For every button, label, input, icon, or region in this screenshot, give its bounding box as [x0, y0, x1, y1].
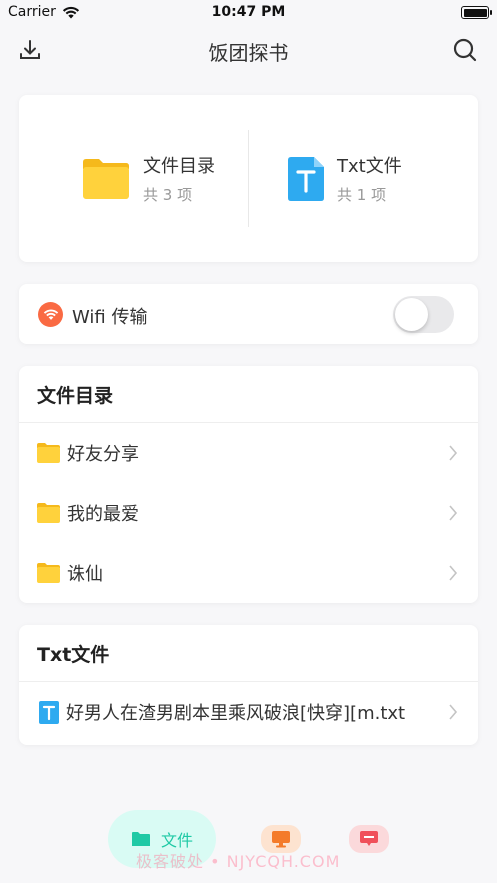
- status-time: 10:47 PM: [211, 4, 286, 20]
- folder-icon: [37, 443, 60, 463]
- folder-list-card: 文件目录 好友分享 我的最爱 诛仙: [19, 366, 478, 603]
- chevron-right-icon: [449, 565, 458, 581]
- folder-row[interactable]: 我的最爱: [19, 483, 478, 543]
- search-icon: [453, 38, 477, 62]
- tab-messages[interactable]: [349, 825, 389, 853]
- chevron-right-icon: [449, 445, 458, 461]
- toggle-knob: [395, 298, 428, 331]
- txt-summary-name: Txt文件: [337, 156, 402, 177]
- txt-list-card: Txt文件 好男人在渣男剧本里乘风破浪[快穿][m.txt: [19, 625, 478, 745]
- folder-summary-name: 文件目录: [143, 156, 215, 177]
- folder-row[interactable]: 诛仙: [19, 543, 478, 603]
- battery-icon: [461, 6, 492, 19]
- txt-summary-count: 共 1 项: [337, 186, 387, 204]
- search-button[interactable]: [451, 36, 479, 64]
- folder-row[interactable]: 好友分享: [19, 423, 478, 483]
- nav-bar: 饭团探书: [0, 26, 497, 76]
- txt-file-row-label: 好男人在渣男剧本里乘风破浪[快穿][m.txt: [66, 703, 406, 724]
- txt-file-row[interactable]: 好男人在渣男剧本里乘风破浪[快穿][m.txt: [19, 682, 478, 742]
- status-bar: Carrier 10:47 PM: [0, 0, 497, 26]
- page-title: 饭团探书: [208, 41, 289, 65]
- folder-list-header: 文件目录: [19, 366, 478, 423]
- wifi-icon: [38, 302, 63, 327]
- bottom-tab-bar: 文件 极客破处 • NJYCQH.COM: [0, 800, 497, 883]
- tv-icon: [272, 831, 290, 848]
- folder-row-label: 好友分享: [67, 444, 139, 465]
- summary-card: 文件目录 共 3 项 Txt文件 共 1 项: [19, 95, 478, 262]
- message-icon: [360, 831, 378, 846]
- chevron-right-icon: [449, 505, 458, 521]
- txt-file-icon: [288, 156, 324, 201]
- wifi-transfer-label: Wifi 传输: [72, 307, 148, 328]
- txt-list-header: Txt文件: [19, 625, 478, 682]
- folder-tab-icon: [131, 832, 150, 846]
- folder-icon: [83, 158, 129, 199]
- folder-row-label: 诛仙: [67, 564, 103, 585]
- folder-row-label: 我的最爱: [67, 504, 139, 525]
- folder-summary-count: 共 3 项: [143, 186, 193, 204]
- chevron-right-icon: [449, 704, 458, 720]
- folder-icon: [37, 563, 60, 583]
- txt-summary[interactable]: Txt文件 共 1 项: [249, 95, 478, 262]
- folder-icon: [37, 503, 60, 523]
- txt-file-icon: [39, 700, 59, 724]
- wifi-transfer-card: Wifi 传输: [19, 284, 478, 344]
- watermark: 极客破处 • NJYCQH.COM: [136, 852, 341, 871]
- folder-summary[interactable]: 文件目录 共 3 项: [19, 95, 248, 262]
- wifi-transfer-toggle[interactable]: [393, 296, 454, 333]
